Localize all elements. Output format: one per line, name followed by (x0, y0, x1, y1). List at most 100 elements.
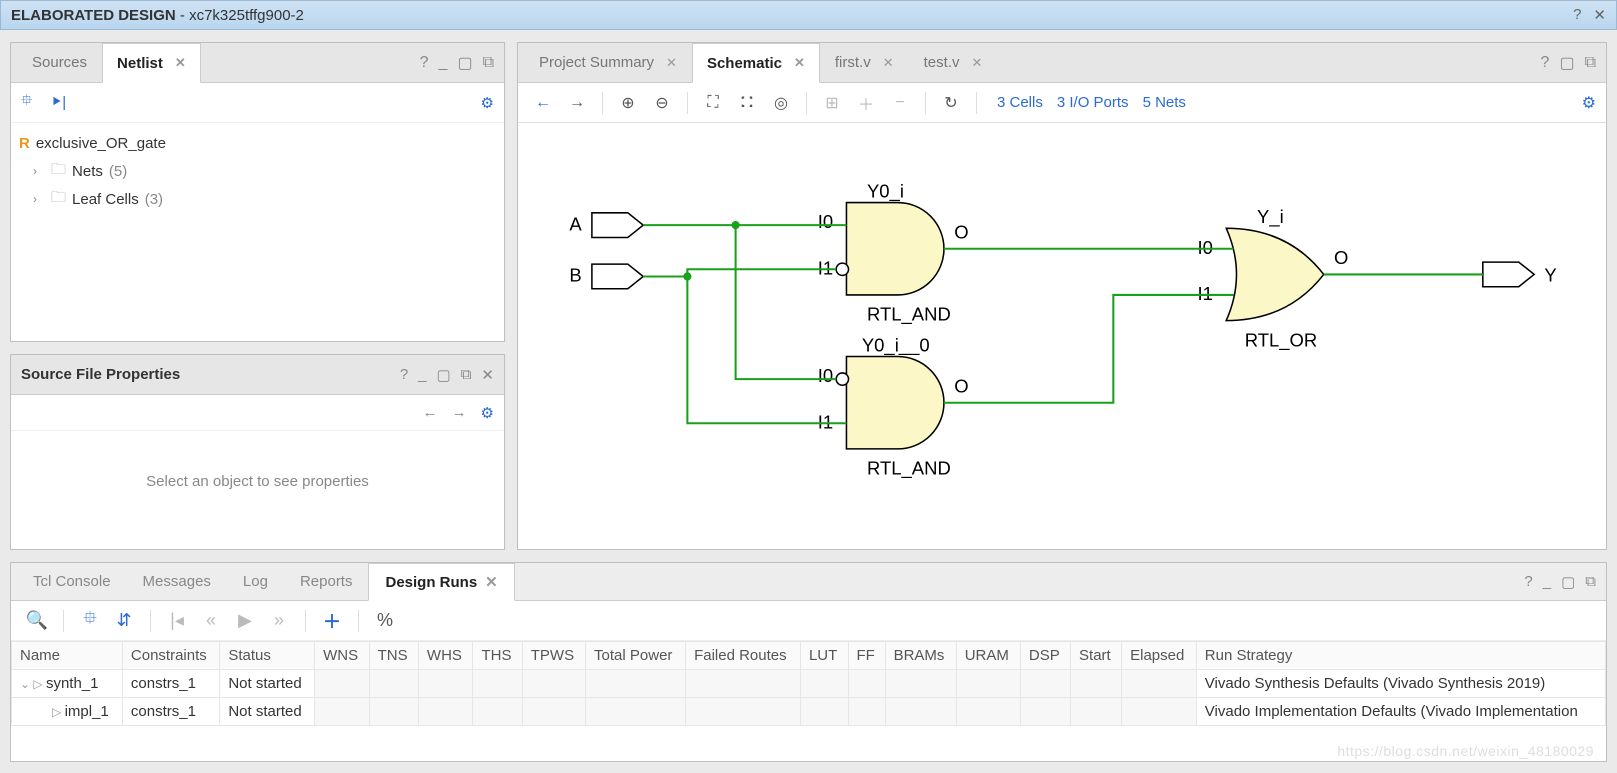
zoom-area-icon[interactable]: ⛚ (732, 94, 762, 112)
tree-leaf-cells[interactable]: › 🗀 Leaf Cells (3) (19, 185, 496, 213)
help-icon[interactable]: ? (1573, 6, 1581, 24)
zoom-in-icon[interactable]: ⊕ (613, 93, 643, 113)
col-failed[interactable]: Failed Routes (686, 642, 801, 670)
minus-icon[interactable]: − (885, 94, 915, 112)
col-tns[interactable]: TNS (369, 642, 418, 670)
svg-text:RTL_OR: RTL_OR (1245, 329, 1318, 351)
popout-icon[interactable]: ⧉ (1585, 573, 1596, 590)
col-name[interactable]: Name (12, 642, 123, 670)
gear-icon[interactable]: ⚙ (481, 404, 494, 422)
popout-icon[interactable]: ⧉ (483, 54, 494, 72)
swap-icon[interactable]: ⇵ (110, 610, 138, 631)
tab-schematic[interactable]: Schematic✕ (692, 43, 820, 83)
help-icon[interactable]: ? (1541, 54, 1550, 72)
gate-y0-i-0[interactable]: Y0_i__0 RTL_AND I0 I1 O (818, 334, 969, 479)
col-uram[interactable]: URAM (956, 642, 1020, 670)
minimize-icon[interactable]: _ (439, 54, 448, 72)
col-strategy[interactable]: Run Strategy (1196, 642, 1605, 670)
col-power[interactable]: Total Power (586, 642, 686, 670)
fit-icon[interactable]: ⛶ (698, 94, 728, 112)
port-b[interactable]: B (569, 264, 643, 289)
tab-first-v[interactable]: first.v✕ (820, 43, 909, 82)
collapse-all-icon[interactable]: ⯐ (21, 90, 32, 115)
close-icon[interactable]: ✕ (481, 366, 494, 384)
cell: Vivado Synthesis Defaults (Vivado Synthe… (1196, 670, 1605, 698)
svg-text:RTL_AND: RTL_AND (867, 458, 951, 480)
gate-y-i[interactable]: Y_i RTL_OR I0 I1 O (1197, 206, 1348, 351)
play-icon[interactable]: ▶ (231, 610, 259, 631)
close-icon[interactable]: ✕ (1593, 6, 1606, 24)
col-dsp[interactable]: DSP (1020, 642, 1070, 670)
tree-root[interactable]: R exclusive_OR_gate (19, 129, 496, 157)
col-status[interactable]: Status (220, 642, 315, 670)
tab-log[interactable]: Log (227, 563, 284, 600)
maximize-icon[interactable]: ▢ (457, 53, 472, 73)
add-icon[interactable]: ＋ (318, 608, 346, 634)
cell: constrs_1 (122, 698, 219, 726)
maximize-icon[interactable]: ▢ (437, 366, 451, 384)
port-a[interactable]: A (569, 213, 643, 238)
info-nets[interactable]: 5 Nets (1143, 94, 1186, 111)
popout-icon[interactable]: ⧉ (1585, 54, 1596, 72)
center-icon[interactable]: ◎ (766, 93, 796, 113)
next-icon[interactable]: » (265, 610, 293, 631)
tab-design-runs[interactable]: Design Runs✕ (368, 563, 514, 601)
prev-icon[interactable]: « (197, 610, 225, 631)
gear-icon[interactable]: ⚙ (481, 94, 494, 112)
help-icon[interactable]: ? (420, 54, 429, 72)
maximize-icon[interactable]: ▢ (1561, 573, 1575, 591)
zoom-out-icon[interactable]: ⊖ (647, 93, 677, 113)
col-ff[interactable]: FF (848, 642, 885, 670)
col-brams[interactable]: BRAMs (885, 642, 956, 670)
minimize-icon[interactable]: _ (1543, 573, 1551, 590)
back-icon[interactable]: ← (528, 94, 558, 112)
forward-icon[interactable]: → (452, 404, 467, 421)
gate-y0-i[interactable]: Y0_i RTL_AND I0 I1 O (818, 180, 969, 325)
col-elapsed[interactable]: Elapsed (1122, 642, 1197, 670)
collapse-icon[interactable]: ⯐ (76, 606, 104, 636)
minimize-icon[interactable]: _ (418, 366, 426, 384)
gear-icon[interactable]: ⚙ (1582, 93, 1596, 113)
plus-icon[interactable]: ＋ (851, 91, 881, 115)
col-wns[interactable]: WNS (315, 642, 370, 670)
tab-test-v[interactable]: test.v✕ (909, 43, 998, 82)
reload-icon[interactable]: ↻ (936, 93, 966, 113)
forward-icon[interactable]: → (562, 94, 592, 112)
percent-icon[interactable]: % (371, 610, 399, 631)
port-y[interactable]: Y (1483, 262, 1557, 287)
col-constraints[interactable]: Constraints (122, 642, 219, 670)
tab-netlist[interactable]: Netlist✕ (102, 43, 201, 83)
col-lut[interactable]: LUT (800, 642, 848, 670)
table-row[interactable]: ▷ impl_1 constrs_1 Not started Vivado Im… (12, 698, 1606, 726)
info-io-ports[interactable]: 3 I/O Ports (1057, 94, 1129, 111)
col-ths[interactable]: THS (473, 642, 522, 670)
tab-tcl-console[interactable]: Tcl Console (17, 563, 127, 600)
add-icon[interactable]: ⊞ (817, 93, 847, 113)
close-icon[interactable]: ✕ (972, 55, 983, 71)
close-icon[interactable]: ✕ (794, 55, 805, 71)
col-start[interactable]: Start (1071, 642, 1122, 670)
first-icon[interactable]: |◂ (163, 610, 191, 631)
help-icon[interactable]: ? (1524, 573, 1532, 590)
close-icon[interactable]: ✕ (666, 55, 677, 71)
maximize-icon[interactable]: ▢ (1559, 53, 1574, 73)
table-row[interactable]: ⌄ ▷ synth_1 constrs_1 Not started Vivado… (12, 670, 1606, 698)
search-icon[interactable]: 🔍 (23, 610, 51, 631)
close-icon[interactable]: ✕ (485, 573, 498, 591)
netlist-tree: R exclusive_OR_gate › 🗀 Nets (5) › 🗀 Lea… (11, 123, 504, 219)
info-cells[interactable]: 3 Cells (997, 94, 1043, 111)
popout-icon[interactable]: ⧉ (461, 366, 472, 384)
tree-nets[interactable]: › 🗀 Nets (5) (19, 157, 496, 185)
col-tpws[interactable]: TPWS (522, 642, 585, 670)
schematic-canvas[interactable]: A B Y Y0_i (518, 123, 1606, 549)
tab-project-summary[interactable]: Project Summary✕ (524, 43, 692, 82)
help-icon[interactable]: ? (400, 366, 408, 384)
back-icon[interactable]: ← (423, 404, 438, 421)
close-icon[interactable]: ✕ (175, 55, 186, 71)
goto-icon[interactable]: ⯈| (50, 94, 66, 111)
col-whs[interactable]: WHS (418, 642, 473, 670)
tab-sources[interactable]: Sources (17, 43, 102, 82)
close-icon[interactable]: ✕ (883, 55, 894, 71)
tab-reports[interactable]: Reports (284, 563, 369, 600)
tab-messages[interactable]: Messages (127, 563, 227, 600)
